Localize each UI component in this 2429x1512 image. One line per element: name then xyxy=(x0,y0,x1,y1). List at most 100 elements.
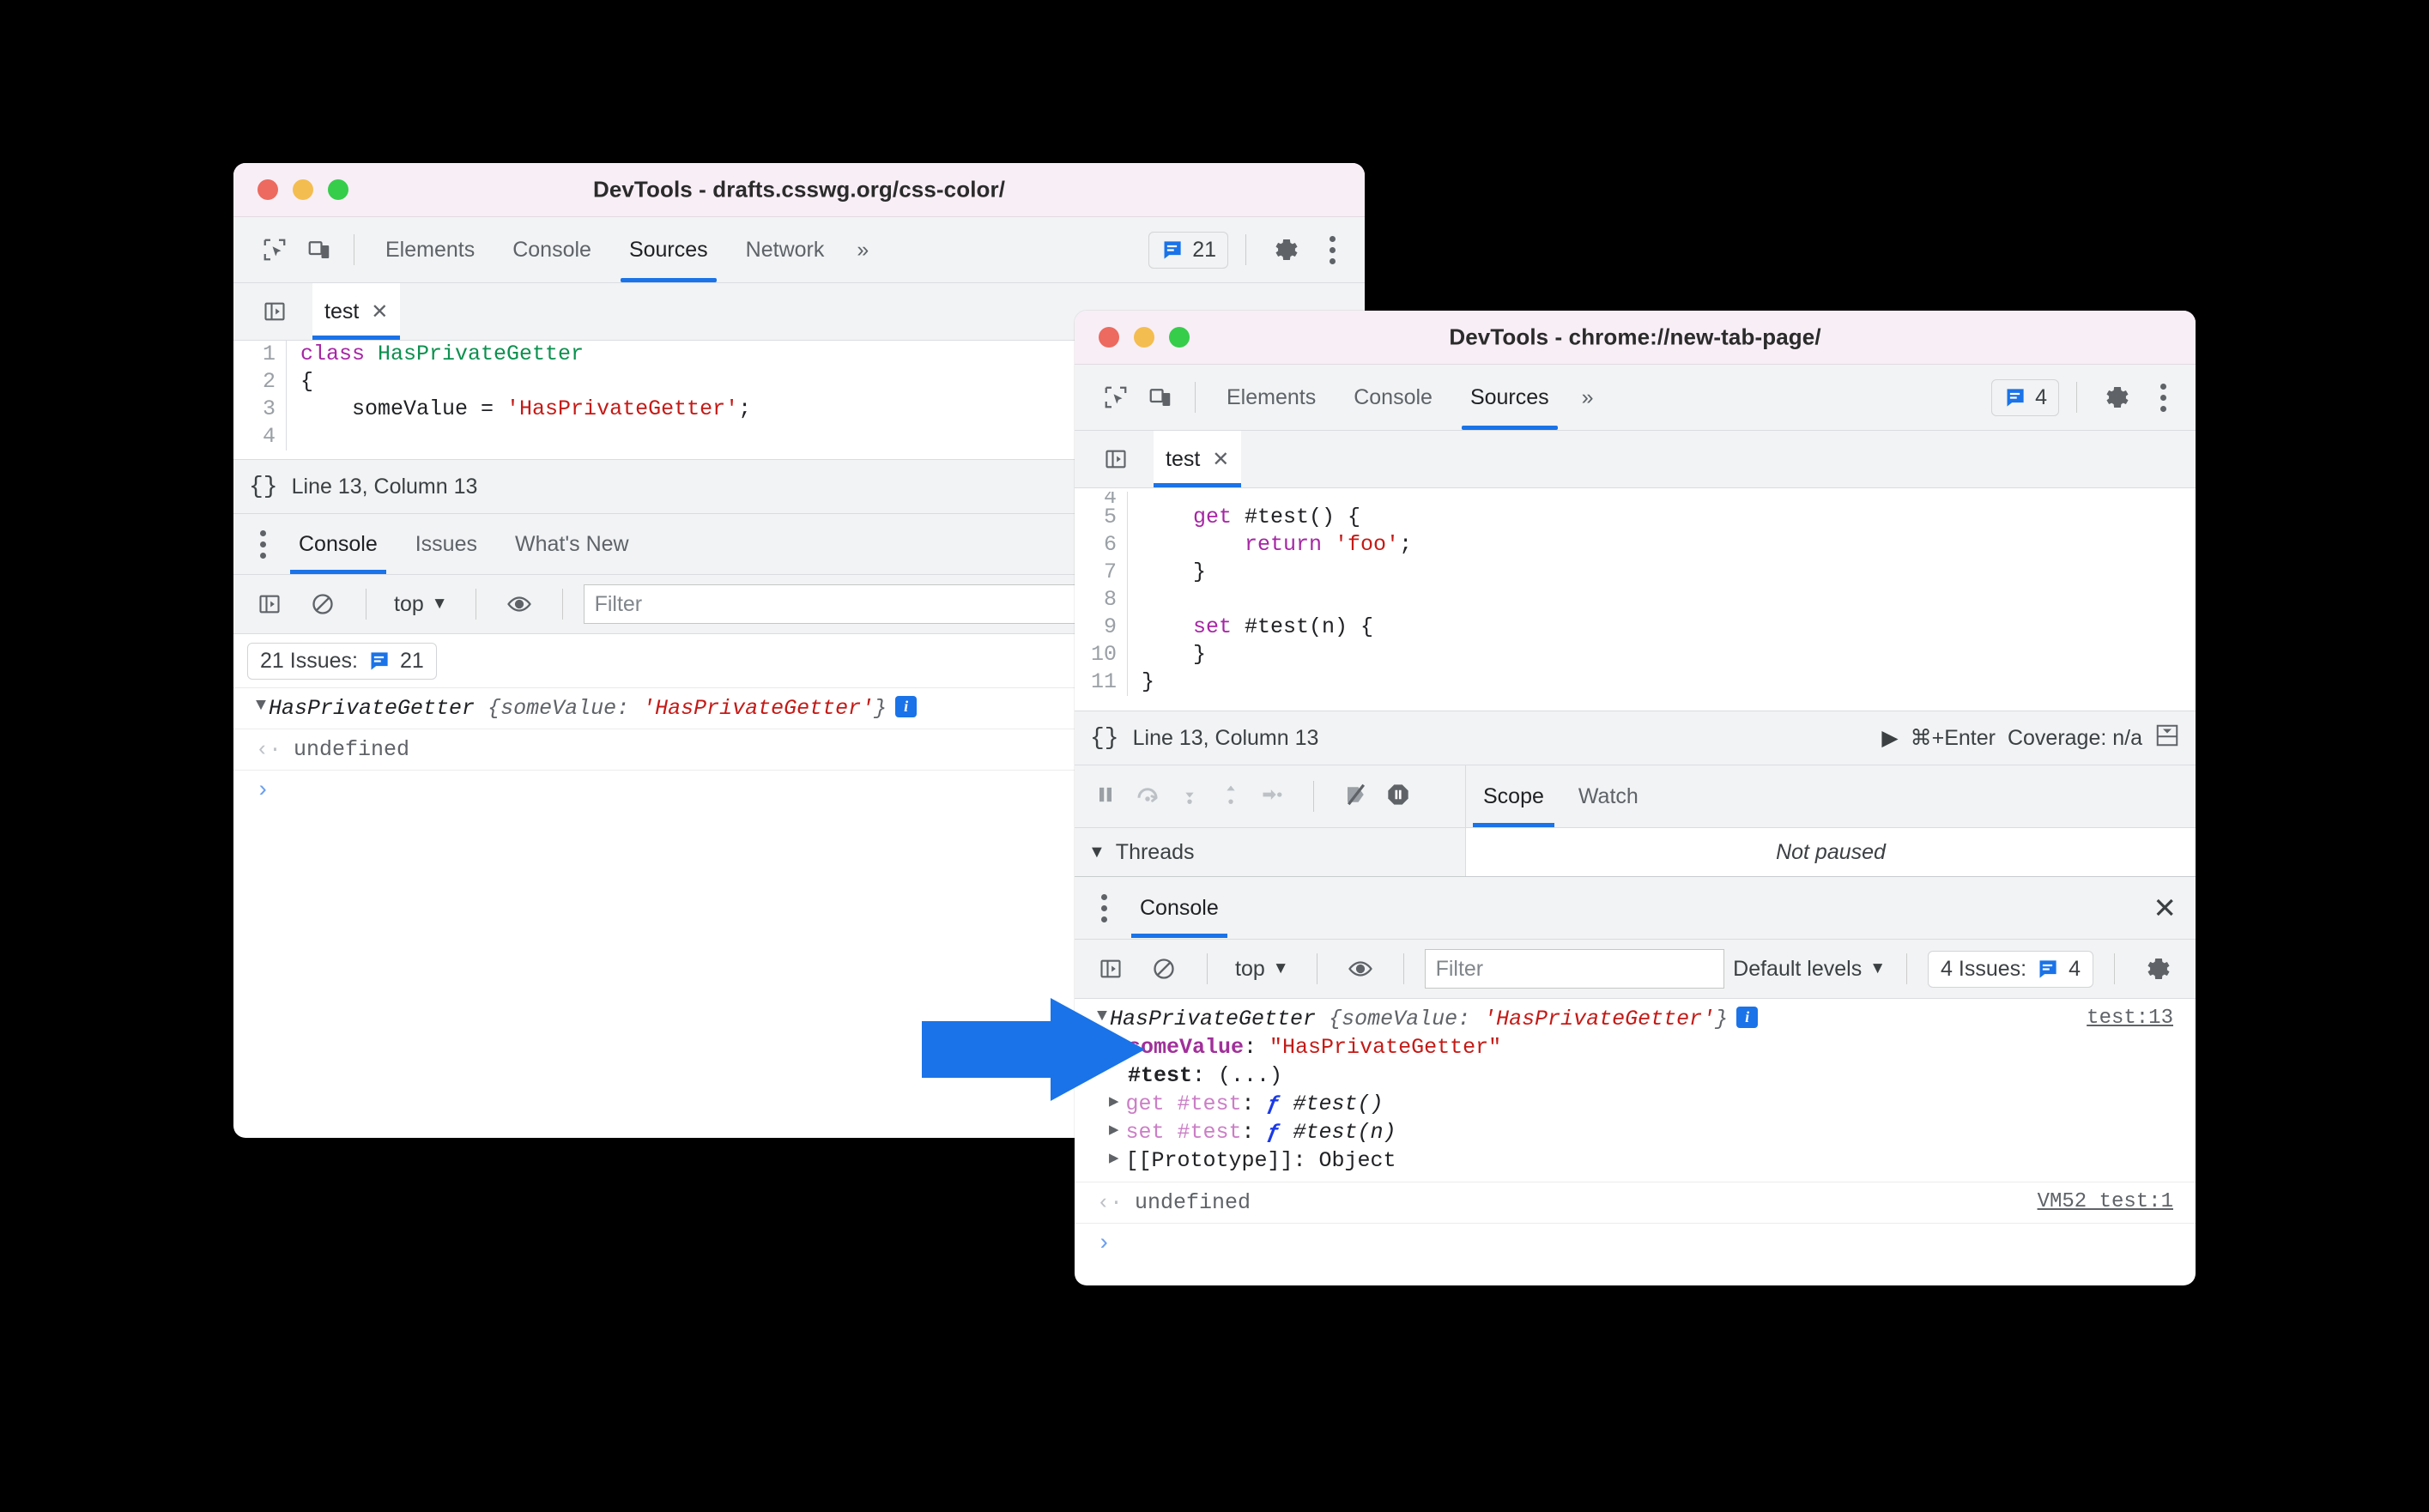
issues-speech-bubble-icon xyxy=(2006,388,2024,407)
issues-counter-button[interactable]: 4 xyxy=(1991,378,2059,416)
console-sidebar-icon[interactable] xyxy=(247,582,292,626)
code-line: 4 xyxy=(1075,492,2196,504)
issues-speech-bubble-icon xyxy=(2038,959,2056,978)
prompt-chevron-icon: › xyxy=(1097,1231,1112,1257)
tab-console[interactable]: Console xyxy=(1335,365,1451,430)
object-value: 'HasPrivateGetter' xyxy=(1483,1007,1716,1031)
drawer-tab-console[interactable]: Console xyxy=(1121,878,1238,938)
console-property-row[interactable]: ▶ [[Prototype]]: Object xyxy=(1075,1146,2196,1182)
tab-sources[interactable]: Sources xyxy=(1451,365,1568,430)
pause-icon[interactable] xyxy=(1093,783,1118,811)
object-class-name: HasPrivateGetter xyxy=(269,696,476,721)
console-divider-3 xyxy=(561,589,563,620)
more-tabs-icon[interactable]: » xyxy=(843,217,882,282)
log-levels-selector[interactable]: Default levels ▼ xyxy=(1733,957,1886,982)
show-navigator-icon[interactable] xyxy=(252,289,297,334)
gear-icon[interactable] xyxy=(2094,374,2141,420)
tab-elements[interactable]: Elements xyxy=(1208,365,1335,430)
inspect-element-icon[interactable] xyxy=(1093,375,1138,420)
window1-title: DevTools - drafts.csswg.org/css-color/ xyxy=(592,176,1006,203)
kebab-menu-icon[interactable] xyxy=(2146,383,2180,412)
tab-sources[interactable]: Sources xyxy=(610,217,727,282)
format-source-icon[interactable]: {} xyxy=(249,474,278,500)
show-navigator-icon[interactable] xyxy=(1093,437,1138,481)
issues-counter-button[interactable]: 21 xyxy=(1148,231,1228,269)
console-property-row[interactable]: ▶ set #test: ƒ #test(n) xyxy=(1075,1118,2196,1146)
expand-triangle-icon[interactable]: ▶ xyxy=(1109,1120,1118,1140)
execution-context-selector[interactable]: top ▼ xyxy=(387,592,455,617)
threads-section[interactable]: ▼ Threads xyxy=(1075,828,1466,876)
devtools-window-2[interactable]: DevTools - chrome://new-tab-page/ Elemen… xyxy=(1075,311,2196,1285)
window2-debugger-row: Scope Watch xyxy=(1075,765,2196,828)
window1-titlebar: DevTools - drafts.csswg.org/css-color/ xyxy=(233,163,1365,217)
issues-summary-button[interactable]: 4 Issues: 4 xyxy=(1928,950,2093,988)
drawer-tab-issues[interactable]: Issues xyxy=(397,514,496,574)
show-drawer-icon[interactable] xyxy=(2154,723,2180,754)
gear-icon[interactable] xyxy=(1263,227,1310,273)
expand-triangle-icon[interactable]: ▼ xyxy=(256,696,266,716)
debugger-side-tabs: Scope Watch xyxy=(1466,765,2196,827)
expand-triangle-icon[interactable]: ▶ xyxy=(1109,1148,1118,1168)
deactivate-breakpoints-icon[interactable] xyxy=(1343,782,1369,812)
source-link[interactable]: test:13 xyxy=(2087,1007,2173,1030)
file-tab-label: test xyxy=(1166,446,1201,471)
step-out-icon[interactable] xyxy=(1219,783,1243,811)
file-tab-test[interactable]: test ✕ xyxy=(1154,431,1242,487)
code-line: 11} xyxy=(1075,668,2196,696)
tab-console[interactable]: Console xyxy=(494,217,610,282)
drawer-kebab-icon[interactable] xyxy=(1087,893,1121,922)
device-toolbar-icon[interactable] xyxy=(297,227,342,272)
pause-on-exceptions-icon[interactable] xyxy=(1386,783,1410,811)
close-drawer-icon[interactable]: ✕ xyxy=(2153,894,2177,922)
window2-file-tabstrip: test ✕ xyxy=(1075,431,2196,488)
window2-main-toolbar: Elements Console Sources » 4 xyxy=(1075,365,2196,431)
step-icon[interactable] xyxy=(1260,783,1284,811)
device-toolbar-icon[interactable] xyxy=(1138,375,1183,420)
issues-count: 21 xyxy=(1192,237,1216,262)
console-property-row[interactable]: ▶ get #test: ƒ #test() xyxy=(1075,1090,2196,1118)
tab-scope[interactable]: Scope xyxy=(1466,765,1561,827)
object-colon: : xyxy=(616,696,643,721)
live-expression-icon[interactable] xyxy=(1338,947,1383,991)
console-prompt-row[interactable]: › xyxy=(1075,1224,2196,1265)
console-sidebar-icon[interactable] xyxy=(1088,947,1133,991)
console-property-row[interactable]: #test: (...) xyxy=(1075,1061,2196,1090)
close-icon[interactable]: ✕ xyxy=(1212,447,1229,472)
kebab-menu-icon[interactable] xyxy=(1315,235,1349,264)
tab-watch[interactable]: Watch xyxy=(1561,765,1656,827)
tab-elements[interactable]: Elements xyxy=(366,217,494,282)
info-badge-icon[interactable]: i xyxy=(895,696,918,717)
format-source-icon[interactable]: {} xyxy=(1090,725,1119,752)
result-value: undefined xyxy=(1135,1190,1251,1215)
code-line: 9 set #test(n) { xyxy=(1075,614,2196,641)
gear-icon[interactable] xyxy=(2135,946,2182,992)
close-icon[interactable]: ✕ xyxy=(371,299,388,324)
file-tab-test[interactable]: test ✕ xyxy=(312,283,401,340)
console-filter-input[interactable]: Filter xyxy=(1424,949,1725,989)
step-over-icon[interactable] xyxy=(1135,782,1160,812)
step-into-icon[interactable] xyxy=(1178,783,1202,811)
more-tabs-icon[interactable]: » xyxy=(1568,365,1608,430)
window2-drawer-tabs: Console ✕ xyxy=(1075,876,2196,940)
run-snippet-icon[interactable]: ▶ xyxy=(1881,725,1898,751)
console-object-row[interactable]: ▼ HasPrivateGetter {someValue: 'HasPrivat… xyxy=(1075,999,2196,1033)
drawer-tab-whats-new[interactable]: What's New xyxy=(496,514,648,574)
live-expression-icon[interactable] xyxy=(497,582,542,626)
source-link[interactable]: VM52 test:1 xyxy=(2038,1190,2173,1213)
code-line: 6 return 'foo'; xyxy=(1075,531,2196,559)
inspect-element-icon[interactable] xyxy=(252,227,297,272)
scope-not-paused: Not paused xyxy=(1466,828,2196,876)
clear-console-icon[interactable] xyxy=(1142,947,1186,991)
drawer-tab-console[interactable]: Console xyxy=(280,514,397,574)
issues-summary-button[interactable]: 21 Issues: 21 xyxy=(247,642,437,680)
code-text: set #test(n) { xyxy=(1142,614,1374,639)
drawer-kebab-icon[interactable] xyxy=(245,529,280,559)
tab-network[interactable]: Network xyxy=(727,217,844,282)
property-value[interactable]: (...) xyxy=(1218,1063,1282,1088)
window2-code-editor[interactable]: 4 5 get #test() { 6 return 'foo'; 7 } 8 … xyxy=(1075,488,2196,711)
execution-context-selector[interactable]: top ▼ xyxy=(1228,957,1296,982)
info-badge-icon[interactable]: i xyxy=(1736,1007,1759,1028)
clear-console-icon[interactable] xyxy=(300,582,345,626)
window1-panel-tabs: Elements Console Sources Network » xyxy=(366,217,882,282)
code-text: someValue = 'HasPrivateGetter'; xyxy=(300,396,752,421)
